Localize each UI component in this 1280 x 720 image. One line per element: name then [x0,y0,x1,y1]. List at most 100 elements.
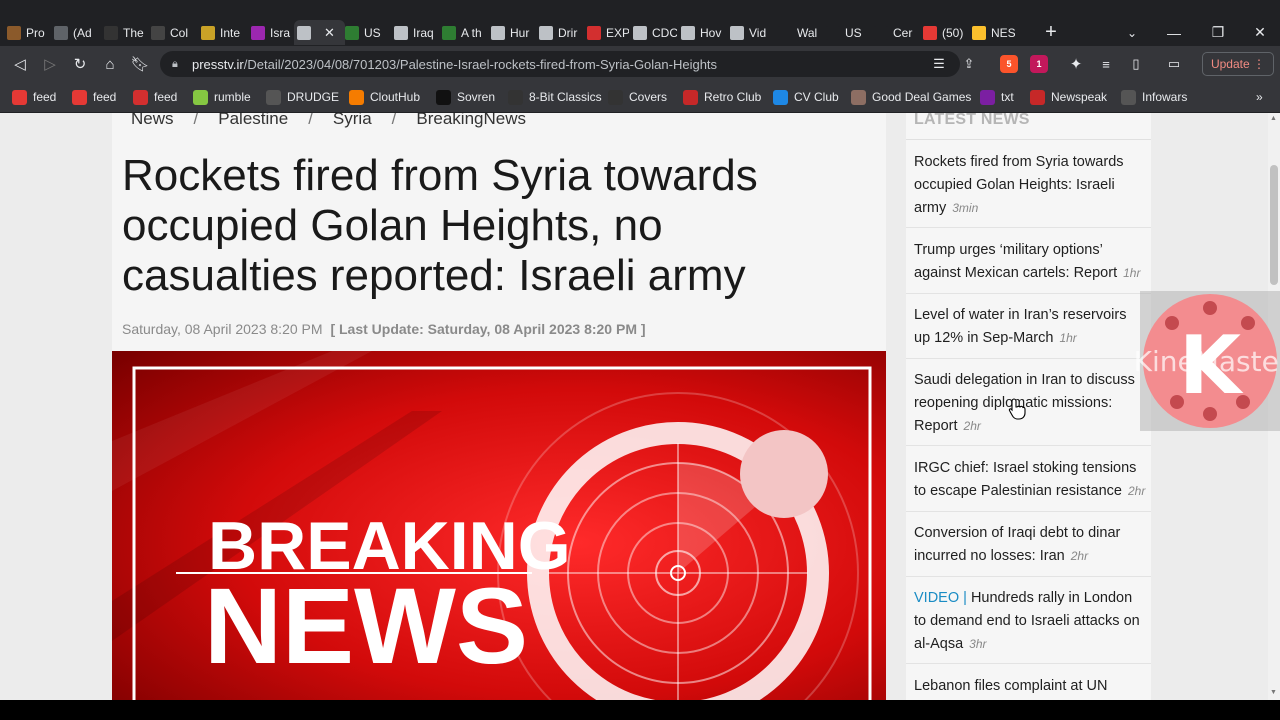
tab-15[interactable]: Hov [678,20,726,45]
tab-label: (50) [942,25,964,40]
tab-2[interactable]: (Ad [51,20,100,45]
bookmark-label: Infowars [1142,90,1188,104]
breadcrumb-palestine[interactable]: Palestine [218,113,288,128]
news-divider [906,663,1151,664]
bookmark-3[interactable]: feed [133,88,177,106]
playlist-icon[interactable]: ≡ [1092,46,1120,82]
tab-19[interactable]: Cer [871,20,919,45]
news-headline[interactable]: Conversion of Iraqi debt to dinar incurr… [914,525,1120,564]
tab-14[interactable]: CDC [630,20,677,45]
bookmark-2[interactable]: feed [72,88,116,106]
bookmark-10[interactable]: Retro Club [683,88,761,106]
bookmark-6[interactable]: CloutHub [349,88,420,106]
tab-7[interactable]: ✕ [294,20,345,45]
restore-button[interactable]: ❐ [1196,20,1240,45]
tab-10[interactable]: A th [439,20,487,45]
tab-8[interactable]: US [342,20,390,45]
reload-button[interactable]: ↻ [66,46,94,82]
tab-20[interactable]: (50) [920,20,968,45]
reader-mode-icon[interactable]: ☰ [925,46,953,82]
bookmark-5[interactable]: DRUDGE [266,88,339,106]
minimize-button[interactable]: — [1152,20,1196,45]
news-divider [906,511,1151,512]
new-tab-button[interactable]: + [1040,20,1062,45]
tab-6[interactable]: Isra [248,20,293,45]
news-item[interactable]: Saudi delegation in Iran to discuss reop… [914,369,1146,438]
scroll-down-arrow[interactable]: ▼ [1270,689,1277,696]
tab-label: Inte [220,25,241,40]
update-button[interactable]: Update ⋮ [1202,52,1274,76]
address-bar[interactable]: 🔒︎ presstv.ir/Detail/2023/04/08/701203/P… [160,51,960,77]
news-item[interactable]: IRGC chief: Israel stoking tensions to e… [914,457,1146,503]
bookmark-8[interactable]: 8-Bit Classics [508,88,602,106]
scroll-thumb[interactable] [1270,165,1278,285]
scroll-up-arrow[interactable]: ▲ [1270,115,1277,122]
news-item[interactable]: Lebanon files complaint at UN Security [914,675,1146,700]
bookmark-13[interactable]: txt [980,88,1014,106]
favicon-icon [778,25,792,40]
url-text: presstv.ir/Detail/2023/04/08/701203/Pale… [192,56,718,72]
tab-3[interactable]: The [101,20,147,45]
news-item[interactable]: Rockets fired from Syria towards occupie… [914,151,1146,220]
brave-shields-icon[interactable]: 5 [1000,55,1018,73]
home-button[interactable]: ⌂ [96,46,124,82]
favicon-icon [972,25,986,40]
brave-rewards-icon[interactable]: 1 [1030,55,1048,73]
close-window-button[interactable]: ✕ [1238,20,1280,45]
favicon-icon [7,25,21,40]
close-tab-icon[interactable]: ✕ [324,25,335,41]
news-headline[interactable]: Lebanon files complaint at UN Security [914,678,1107,700]
tab-label: The [123,25,144,40]
forward-button[interactable]: ▷ [36,46,64,82]
bookmark-9[interactable]: Covers [608,88,667,106]
news-time: 1hr [1059,331,1077,345]
bookmark-1[interactable]: feed [12,88,56,106]
breadcrumb-syria[interactable]: Syria [333,113,372,128]
bookmark-favicon-icon [266,89,281,105]
tab-1[interactable]: Pro [4,20,50,45]
tab-13[interactable]: EXP [584,20,629,45]
bookmark-7[interactable]: Sovren [436,88,495,106]
news-item[interactable]: Trump urges ‘military options’ against M… [914,239,1146,285]
hero-image: BREAKING NEWS [112,351,886,700]
news-headline[interactable]: Rockets fired from Syria towards occupie… [914,154,1124,216]
tab-21[interactable]: NES [969,20,1015,45]
breadcrumb-breakingnews[interactable]: BreakingNews [416,113,526,128]
tab-label: US [845,25,862,40]
back-button[interactable]: ◁ [6,46,34,82]
favicon-icon [587,25,601,40]
tab-18[interactable]: US [823,20,870,45]
bookmark-favicon-icon [773,89,788,105]
bookmark-11[interactable]: CV Club [773,88,839,106]
tab-16[interactable]: Vid [727,20,774,45]
favicon-icon [681,25,695,40]
news-item[interactable]: Conversion of Iraqi debt to dinar incurr… [914,522,1146,568]
tab-11[interactable]: Hur [488,20,535,45]
share-icon[interactable]: ⇪ [955,46,983,82]
tab-label: A th [461,25,482,40]
tab-search-icon[interactable]: ⌄ [1122,20,1142,45]
latest-news-sidebar: LATEST NEWS Rockets fired from Syria tow… [906,113,1151,700]
tab-17[interactable]: Wal [775,20,822,45]
bookmark-14[interactable]: Newspeak [1030,88,1107,106]
tab-4[interactable]: Col [148,20,197,45]
toolbar: ◁ ▷ ↻ ⌂ 🔖︎ 🔒︎ presstv.ir/Detail/2023/04/… [0,46,1280,82]
sidebar-icon[interactable]: ▯ [1122,46,1150,82]
wallet-icon[interactable]: ▭ [1160,46,1188,82]
news-item[interactable]: VIDEO | Hundreds rally in London to dema… [914,587,1146,656]
more-bookmarks-icon[interactable]: » [1256,88,1263,106]
news-headline[interactable]: IRGC chief: Israel stoking tensions to e… [914,460,1136,499]
bookmark-15[interactable]: Infowars [1121,88,1187,106]
publish-date: Saturday, 08 April 2023 8:20 PM [122,321,323,337]
tab-5[interactable]: Inte [198,20,247,45]
news-headline[interactable]: Trump urges ‘military options’ against M… [914,242,1117,281]
bookmark-icon[interactable]: 🔖︎ [126,46,154,82]
news-headline[interactable]: Level of water in Iran’s reservoirs up 1… [914,307,1127,346]
extensions-icon[interactable]: ✦ [1062,46,1090,82]
tab-9[interactable]: Iraq [391,20,438,45]
bookmark-4[interactable]: rumble [193,88,251,106]
tab-12[interactable]: Drir [536,20,583,45]
bookmark-12[interactable]: Good Deal Games [851,88,971,106]
breadcrumb-news[interactable]: News [131,113,174,128]
news-item[interactable]: Level of water in Iran’s reservoirs up 1… [914,304,1146,350]
